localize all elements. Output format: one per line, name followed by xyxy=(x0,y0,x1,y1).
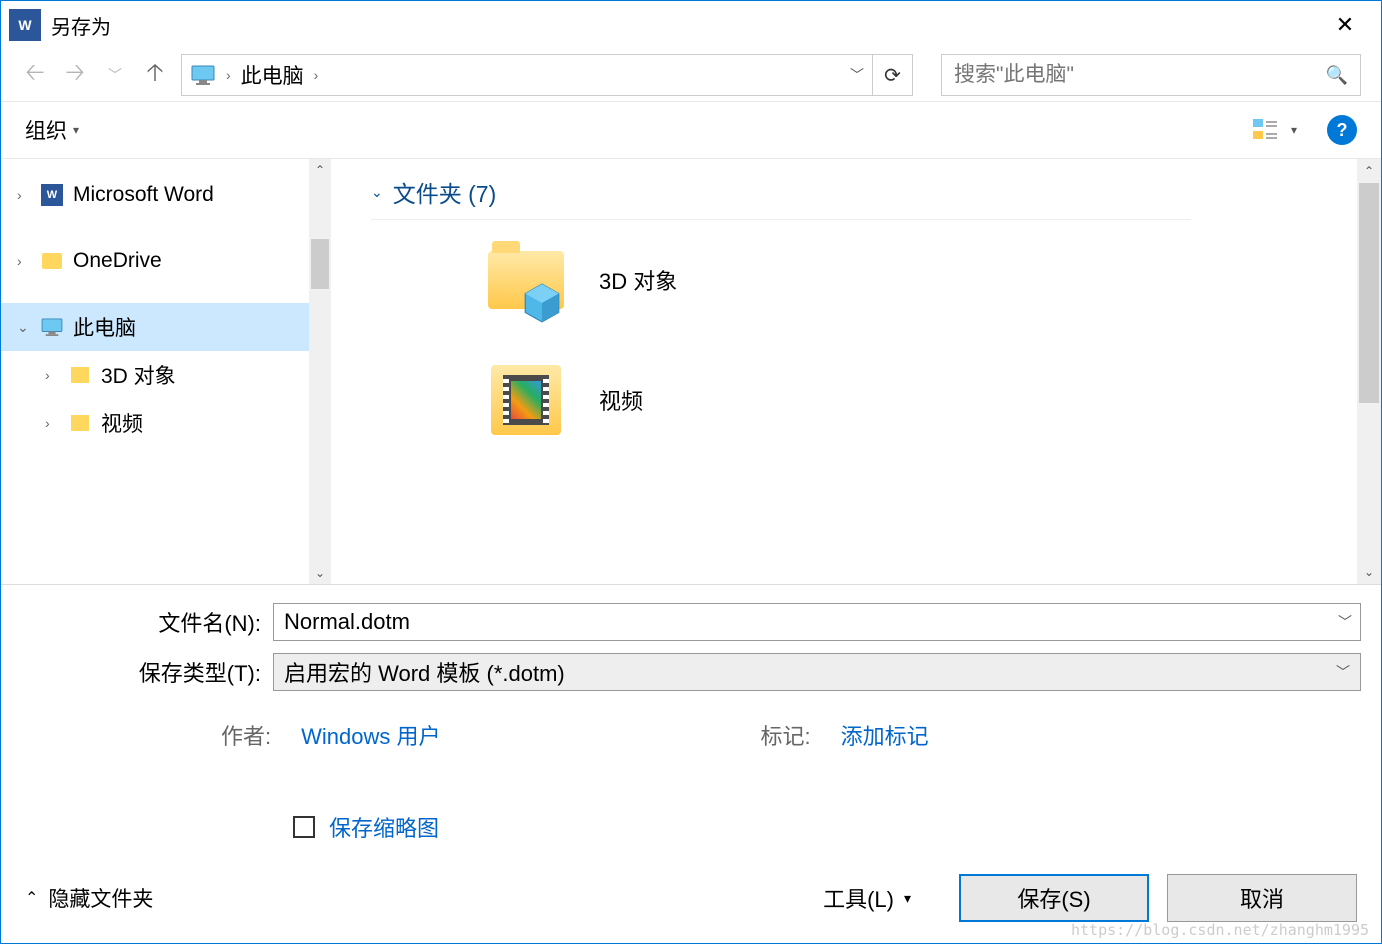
toolbar: 组织 ▾ ▾ ? xyxy=(1,102,1381,158)
section-label: 文件夹 (7) xyxy=(393,175,497,209)
word-icon: W xyxy=(41,184,63,206)
filename-label: 文件名(N): xyxy=(21,606,261,638)
tags-value[interactable]: 添加标记 xyxy=(841,719,929,751)
organize-menu[interactable]: 组织 xyxy=(25,115,67,145)
view-options-button[interactable] xyxy=(1251,118,1281,142)
list-item-videos[interactable]: 视频 xyxy=(371,360,1341,440)
search-box[interactable]: 🔍 xyxy=(941,54,1361,96)
tree-item-3dobjects[interactable]: › 3D 对象 xyxy=(1,351,331,399)
main-scrollbar[interactable]: ⌃ ⌄ xyxy=(1357,159,1381,584)
tree-item-onedrive[interactable]: › OneDrive xyxy=(1,237,331,285)
collapse-icon[interactable]: ⌄ xyxy=(17,319,31,336)
3d-folder-icon xyxy=(71,367,89,383)
tree-label: 视频 xyxy=(101,408,143,438)
watermark: https://blog.csdn.net/zhanghm1995 xyxy=(1071,921,1369,939)
chevron-down-icon[interactable]: ▾ xyxy=(73,123,79,137)
section-header[interactable]: ⌄ 文件夹 (7) xyxy=(371,175,1191,220)
pc-icon xyxy=(39,314,65,340)
navigation-bar: 🡠 🡢 ﹀ 🡡 › 此电脑 › ﹀ ⟳ 🔍 xyxy=(1,49,1381,101)
tags-label: 标记: xyxy=(760,719,810,751)
chevron-up-icon: ⌃ xyxy=(25,888,38,908)
tree-label: 3D 对象 xyxy=(101,360,176,390)
expand-icon[interactable]: › xyxy=(45,367,59,383)
recent-dropdown[interactable]: ﹀ xyxy=(101,61,129,89)
folder-icon xyxy=(42,253,62,269)
scroll-thumb[interactable] xyxy=(311,239,329,289)
filename-dropdown-icon[interactable]: ﹀ xyxy=(1330,612,1360,632)
breadcrumb-separator-icon: › xyxy=(314,67,319,83)
save-as-dialog: W 另存为 ✕ 🡠 🡢 ﹀ 🡡 › 此电脑 › ﹀ ⟳ 🔍 组织 xyxy=(0,0,1382,944)
help-button[interactable]: ? xyxy=(1327,115,1357,145)
tree-item-thispc[interactable]: ⌄ 此电脑 xyxy=(1,303,331,351)
word-app-icon: W xyxy=(9,9,41,41)
thumbnail-label[interactable]: 保存缩略图 xyxy=(329,811,439,843)
videos-icon xyxy=(481,360,571,440)
thumbnail-checkbox[interactable] xyxy=(293,816,315,838)
savetype-value: 启用宏的 Word 模板 (*.dotm) xyxy=(284,656,565,688)
filename-input[interactable] xyxy=(274,604,1330,640)
scroll-thumb[interactable] xyxy=(1359,183,1379,403)
scroll-down-icon[interactable]: ⌄ xyxy=(309,562,331,584)
search-input[interactable] xyxy=(954,63,1326,87)
form-area: 文件名(N): ﹀ 保存类型(T): 启用宏的 Word 模板 (*.dotm)… xyxy=(1,585,1381,853)
hide-folders-button[interactable]: ⌃ 隐藏文件夹 xyxy=(25,883,153,913)
content-area: › W Microsoft Word › OneDrive ⌄ 此电脑 › xyxy=(1,159,1381,585)
scroll-down-icon[interactable]: ⌄ xyxy=(1357,560,1381,584)
address-dropdown-icon[interactable]: ﹀ xyxy=(850,65,864,85)
cancel-button[interactable]: 取消 xyxy=(1167,874,1357,922)
tools-menu[interactable]: 工具(L) ▾ xyxy=(823,882,911,914)
author-label: 作者: xyxy=(221,719,271,751)
dialog-title: 另存为 xyxy=(51,11,111,40)
tree-item-word[interactable]: › W Microsoft Word xyxy=(1,171,331,219)
folder-tree: › W Microsoft Word › OneDrive ⌄ 此电脑 › xyxy=(1,159,331,584)
tools-label: 工具(L) xyxy=(823,882,894,914)
breadcrumb-location[interactable]: 此电脑 xyxy=(241,60,304,90)
save-button[interactable]: 保存(S) xyxy=(959,874,1149,922)
up-button[interactable]: 🡡 xyxy=(141,61,169,89)
list-item-3dobjects[interactable]: 3D 对象 xyxy=(371,240,1341,320)
tree-label: OneDrive xyxy=(73,249,162,273)
search-icon[interactable]: 🔍 xyxy=(1326,65,1348,86)
3d-objects-icon xyxy=(481,240,571,320)
close-button[interactable]: ✕ xyxy=(1317,5,1373,45)
author-value[interactable]: Windows 用户 xyxy=(301,719,440,751)
chevron-down-icon[interactable]: ▾ xyxy=(1291,123,1297,137)
back-button[interactable]: 🡠 xyxy=(21,61,49,89)
hide-folders-label: 隐藏文件夹 xyxy=(48,883,153,913)
expand-icon[interactable]: › xyxy=(45,415,59,431)
video-folder-icon xyxy=(71,415,89,431)
savetype-combobox[interactable]: 启用宏的 Word 模板 (*.dotm) ﹀ xyxy=(273,653,1361,691)
tree-item-videos[interactable]: › 视频 xyxy=(1,399,331,447)
pc-icon xyxy=(190,64,216,86)
titlebar: W 另存为 ✕ xyxy=(1,1,1381,49)
expand-icon[interactable]: › xyxy=(17,187,31,203)
scroll-up-icon[interactable]: ⌃ xyxy=(1357,159,1381,183)
tree-label: Microsoft Word xyxy=(73,183,214,207)
chevron-down-icon: ▾ xyxy=(904,890,911,907)
item-label: 视频 xyxy=(599,384,643,416)
filename-field[interactable]: ﹀ xyxy=(273,603,1361,641)
chevron-down-icon[interactable]: ⌄ xyxy=(371,184,383,201)
item-label: 3D 对象 xyxy=(599,264,677,296)
breadcrumb-separator-icon: › xyxy=(226,67,231,83)
file-list: ⌄ 文件夹 (7) 3D 对象 视频 ⌃ ⌄ xyxy=(331,159,1381,584)
scroll-up-icon[interactable]: ⌃ xyxy=(309,159,331,181)
expand-icon[interactable]: › xyxy=(17,253,31,269)
sidebar-scrollbar[interactable]: ⌃ ⌄ xyxy=(309,159,331,584)
address-bar[interactable]: › 此电脑 › ﹀ xyxy=(181,54,873,96)
savetype-label: 保存类型(T): xyxy=(21,656,261,688)
refresh-button[interactable]: ⟳ xyxy=(873,54,913,96)
forward-button[interactable]: 🡢 xyxy=(61,61,89,89)
tree-label: 此电脑 xyxy=(73,312,136,342)
chevron-down-icon[interactable]: ﹀ xyxy=(1336,662,1350,682)
